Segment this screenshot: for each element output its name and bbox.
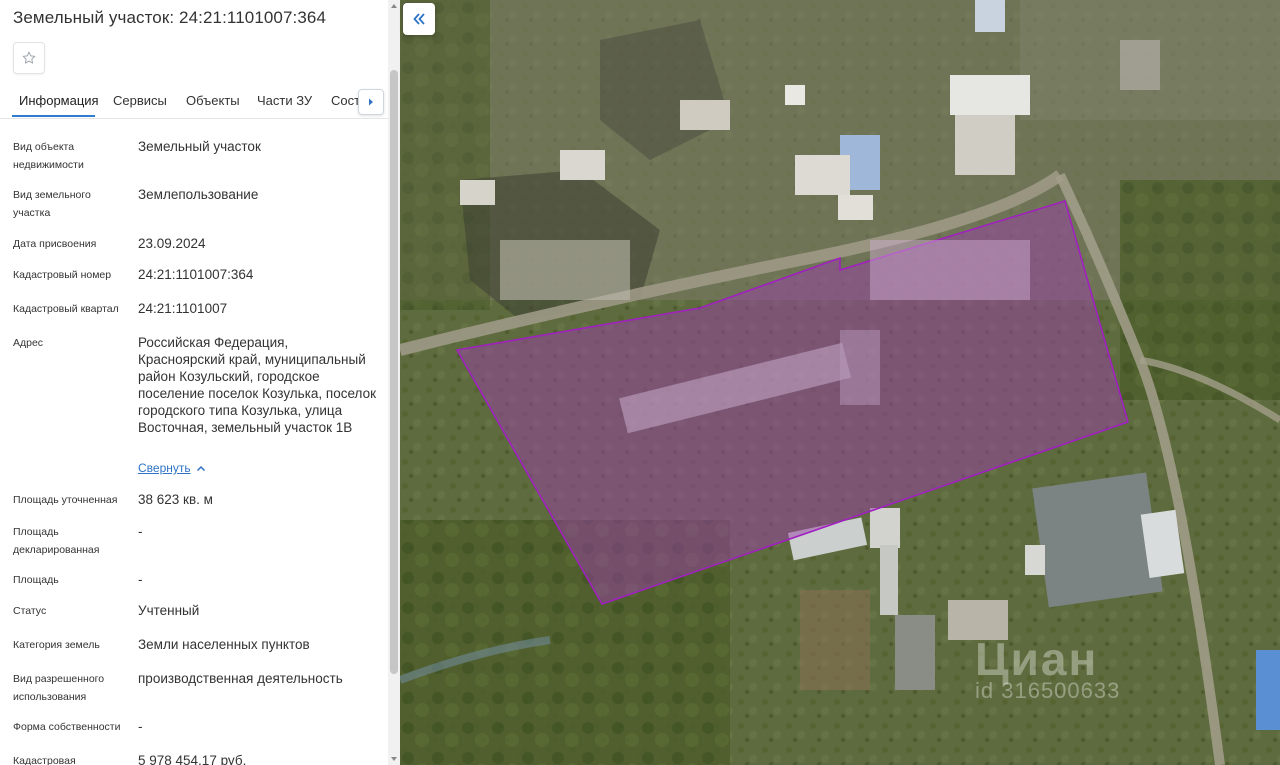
row-label: Статус	[13, 605, 47, 617]
map-stacks	[1120, 40, 1160, 90]
row-value: -	[138, 719, 143, 734]
row-value: 24:21:1101007:364	[138, 267, 254, 282]
row-label: Кадастровый квартал	[13, 303, 119, 315]
page-title: Земельный участок: 24:21:1101007:364	[13, 8, 327, 27]
row-value: Российская Федерация, Красноярский край,…	[138, 335, 376, 435]
map-building	[870, 508, 900, 548]
row-label: Площадь	[13, 574, 59, 586]
map-watermark-id: id 316500633	[975, 678, 1121, 703]
tab-services[interactable]: Сервисы	[113, 93, 167, 108]
map-building	[1256, 650, 1280, 730]
panel-scrollbar-thumb[interactable]	[390, 70, 398, 674]
map-canvas	[400, 0, 1280, 765]
collapse-address-link[interactable]: Свернуть	[138, 461, 191, 475]
map-building	[795, 155, 850, 195]
map-building	[1032, 472, 1163, 608]
row-value: -	[138, 524, 143, 539]
map-building	[975, 0, 1005, 32]
map-building	[895, 615, 935, 690]
star-outline-icon	[22, 51, 36, 64]
row-label: Кадастровый номер	[13, 269, 112, 281]
collapse-panel-button[interactable]	[403, 3, 435, 35]
map-building	[880, 545, 898, 615]
map-building	[785, 85, 805, 105]
satellite-map[interactable]: Циан id 316500633	[400, 0, 1280, 765]
row-label: Площадь декларированная	[13, 526, 100, 556]
tab-bar: Информация Сервисы Объекты Части ЗУ Сост…	[0, 84, 388, 119]
row-value: 5 978 454,17 руб.	[138, 753, 247, 765]
scroll-up-arrow-icon[interactable]	[390, 2, 398, 10]
map-ruins	[870, 240, 1030, 300]
info-panel: Земельный участок: 24:21:1101007:364 Инф…	[0, 0, 388, 765]
map-ruins	[840, 330, 880, 405]
chevron-up-icon[interactable]	[196, 465, 206, 472]
row-label: Категория земель	[13, 639, 100, 651]
map-bare-ground	[800, 590, 870, 690]
row-value: Учтенный	[138, 603, 200, 618]
map-building	[680, 100, 730, 130]
row-value: Земельный участок	[138, 139, 261, 154]
row-value: -	[138, 572, 143, 587]
map-building	[955, 115, 1015, 175]
tab-objects[interactable]: Объекты	[186, 93, 240, 108]
row-label: Форма собственности	[13, 721, 121, 733]
tabs-next-button[interactable]	[358, 89, 384, 115]
map-building	[950, 75, 1030, 115]
row-value: 24:21:1101007	[138, 301, 228, 316]
row-label: Дата присвоения	[13, 238, 97, 250]
map-building	[1025, 545, 1045, 575]
tab-information[interactable]: Информация	[19, 93, 99, 108]
tab-parcel-parts[interactable]: Части ЗУ	[257, 93, 312, 108]
row-value: производственная деятельность	[138, 671, 343, 686]
map-building	[460, 180, 495, 205]
map-building	[838, 195, 873, 220]
favorite-button[interactable]	[13, 42, 45, 74]
row-value: Земли населенных пунктов	[138, 637, 310, 652]
row-label: Вид разрешенного использования	[13, 673, 105, 703]
double-chevron-left-icon	[413, 13, 425, 25]
row-label: Кадастровая	[13, 755, 76, 765]
row-label: Адрес	[13, 337, 44, 349]
map-stacks	[500, 240, 630, 300]
row-label: Площадь уточненная	[13, 494, 118, 506]
row-value: 23.09.2024	[138, 236, 206, 251]
scroll-down-arrow-icon[interactable]	[390, 755, 398, 763]
map-building	[560, 150, 605, 180]
chevron-right-icon	[369, 98, 373, 106]
active-tab-indicator	[12, 115, 95, 117]
row-label: Вид объекта недвижимости	[13, 141, 84, 171]
row-label: Вид земельного участка	[13, 189, 91, 219]
row-value: Землепользование	[138, 187, 259, 202]
row-value: 38 623 кв. м	[138, 492, 213, 507]
